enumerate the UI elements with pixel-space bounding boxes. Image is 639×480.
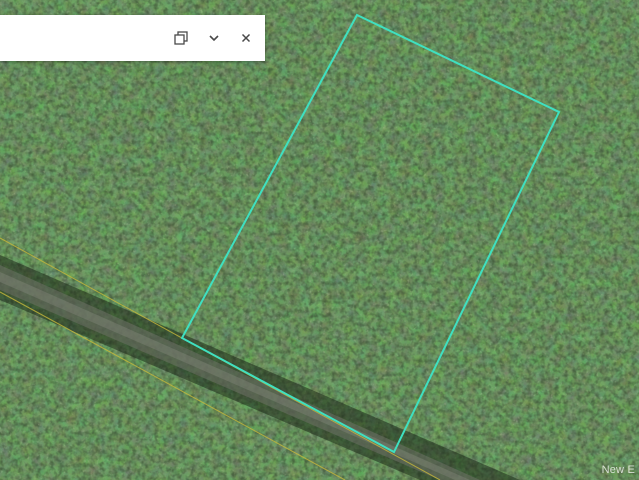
close-icon bbox=[241, 33, 251, 43]
chevron-down-icon bbox=[209, 35, 219, 42]
dock-icon bbox=[174, 31, 188, 45]
popup-header bbox=[0, 15, 265, 61]
imagery-watermark: New E bbox=[601, 464, 635, 476]
map-canvas bbox=[0, 0, 639, 480]
satellite-map[interactable]: New E bbox=[0, 0, 639, 480]
close-button[interactable] bbox=[234, 26, 258, 50]
collapse-button[interactable] bbox=[202, 26, 226, 50]
dock-button[interactable] bbox=[170, 26, 194, 50]
